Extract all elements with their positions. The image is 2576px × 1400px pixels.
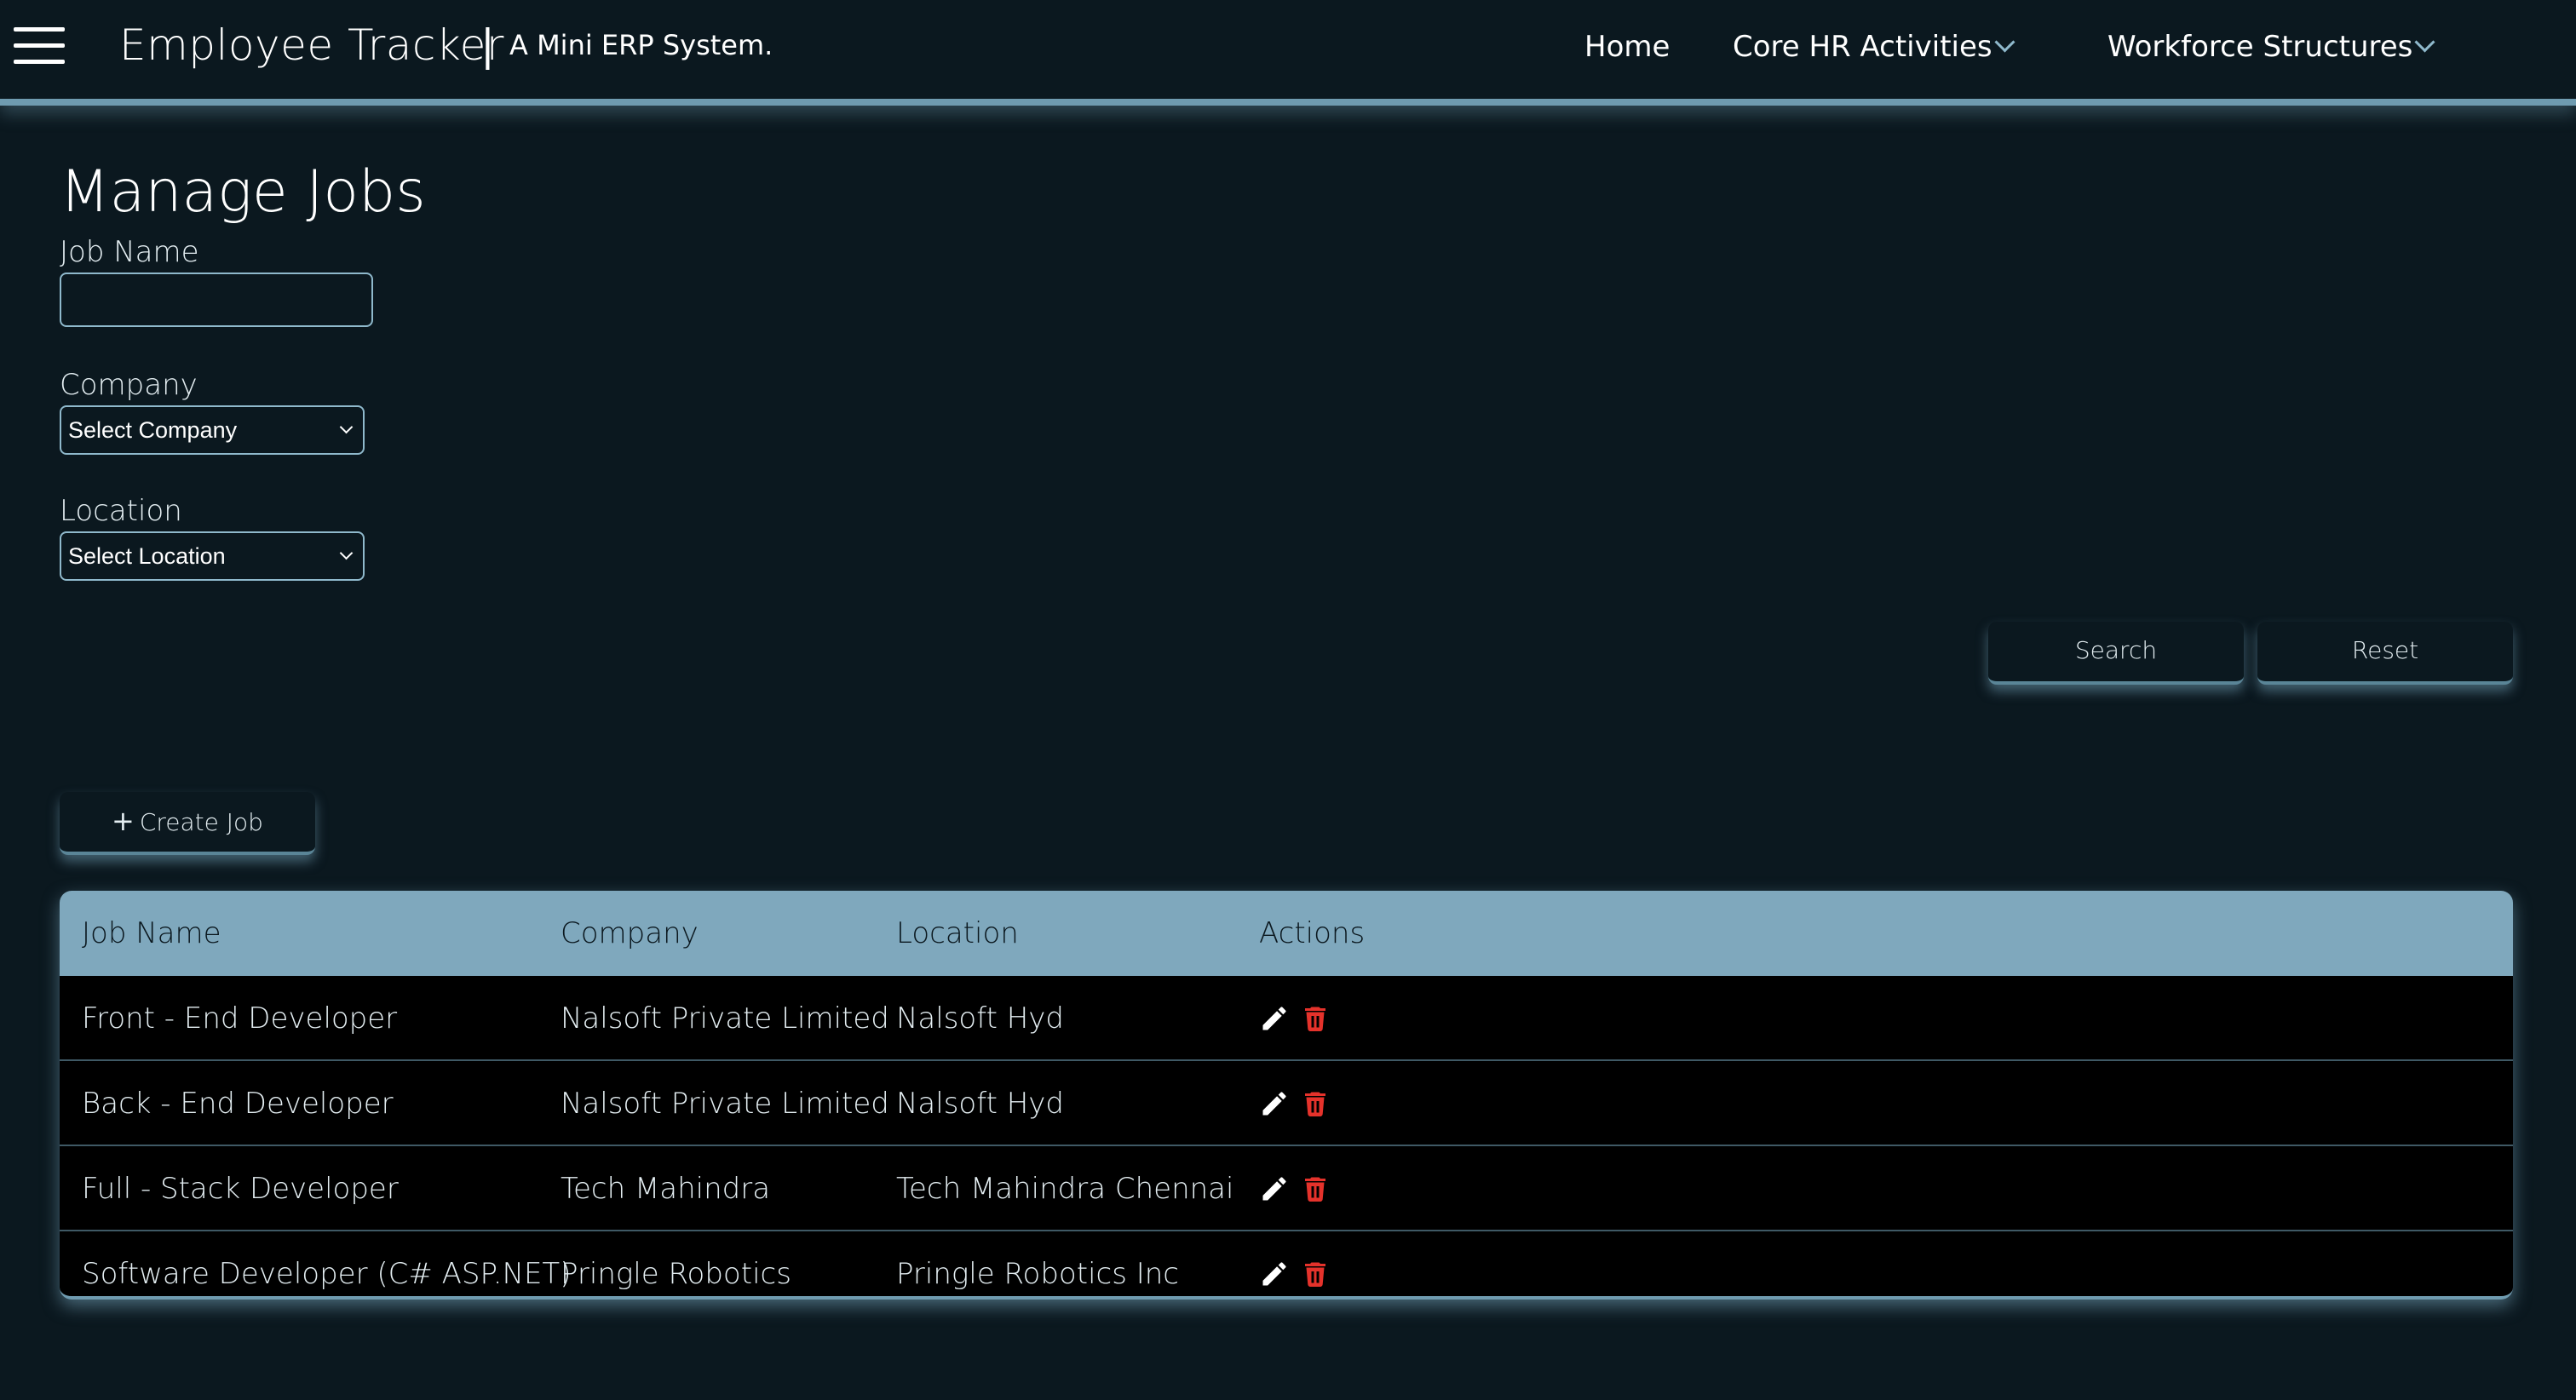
cell-job-name: Front - End Developer xyxy=(82,1001,398,1036)
location-label: Location xyxy=(60,494,182,528)
cell-job-name: Software Developer (C# ASP.NET) xyxy=(82,1257,572,1291)
trash-icon[interactable] xyxy=(1300,1003,1331,1034)
cell-company: Nalsoft Private Limited xyxy=(561,1001,889,1036)
job-name-label: Job Name xyxy=(60,235,199,269)
column-header-job-name: Job Name xyxy=(82,916,221,950)
trash-icon[interactable] xyxy=(1300,1088,1331,1119)
plus-icon: + xyxy=(112,805,135,837)
pencil-icon[interactable] xyxy=(1259,1173,1290,1204)
top-navbar: Employee Tracker | A Mini ERP System. Ho… xyxy=(0,0,2576,106)
chevron-down-icon xyxy=(339,546,354,560)
nav-workforce-structures[interactable]: Workforce Structures xyxy=(2107,26,2435,68)
company-select-value: Select Company xyxy=(68,417,238,443)
cell-location: Tech Mahindra Chennai xyxy=(896,1172,1234,1206)
cell-company: Tech Mahindra xyxy=(561,1172,771,1206)
nav-home-label: Home xyxy=(1584,30,1670,64)
nav-workforce-label: Workforce Structures xyxy=(2107,30,2413,64)
cell-job-name: Back - End Developer xyxy=(82,1087,394,1121)
chevron-down-icon xyxy=(2414,32,2435,53)
table-row: Back - End Developer Nalsoft Private Lim… xyxy=(60,1061,2513,1146)
chevron-down-icon xyxy=(339,420,354,434)
nav-core-hr-label: Core HR Activities xyxy=(1733,30,1992,64)
cell-job-name: Full - Stack Developer xyxy=(82,1172,399,1206)
pencil-icon[interactable] xyxy=(1259,1088,1290,1119)
jobs-table: Job Name Company Location Actions Front … xyxy=(60,891,2513,1300)
job-name-input[interactable] xyxy=(60,273,373,327)
cell-location: Pringle Robotics Inc xyxy=(896,1257,1179,1291)
cell-location: Nalsoft Hyd xyxy=(896,1087,1065,1121)
title-separator: | xyxy=(480,20,495,70)
app-title: Employee Tracker xyxy=(119,20,504,70)
location-select-value: Select Location xyxy=(68,543,226,569)
column-header-actions: Actions xyxy=(1259,916,1366,950)
app-subtitle: A Mini ERP System. xyxy=(509,29,773,61)
cell-location: Nalsoft Hyd xyxy=(896,1001,1065,1036)
column-header-company: Company xyxy=(561,916,699,950)
reset-button[interactable]: Reset xyxy=(2257,622,2513,685)
pencil-icon[interactable] xyxy=(1259,1259,1290,1289)
column-header-location: Location xyxy=(896,916,1019,950)
trash-icon[interactable] xyxy=(1300,1173,1331,1204)
cell-company: Nalsoft Private Limited xyxy=(561,1087,889,1121)
create-job-button[interactable]: + Create Job xyxy=(60,792,315,855)
hamburger-menu-icon[interactable] xyxy=(14,26,65,66)
table-row: Software Developer (C# ASP.NET) Pringle … xyxy=(60,1231,2513,1296)
chevron-down-icon xyxy=(1994,32,2015,53)
table-header: Job Name Company Location Actions xyxy=(60,891,2513,976)
page-title: Manage Jobs xyxy=(60,158,426,226)
cell-company: Pringle Robotics xyxy=(561,1257,791,1291)
table-row: Full - Stack Developer Tech Mahindra Tec… xyxy=(60,1146,2513,1231)
company-select[interactable]: Select Company xyxy=(60,405,365,455)
nav-core-hr-activities[interactable]: Core HR Activities xyxy=(1733,26,2015,68)
location-select[interactable]: Select Location xyxy=(60,531,365,581)
create-job-label: Create Job xyxy=(139,808,263,836)
trash-icon[interactable] xyxy=(1300,1259,1331,1289)
nav-home[interactable]: Home xyxy=(1584,26,1670,68)
company-label: Company xyxy=(60,368,198,402)
pencil-icon[interactable] xyxy=(1259,1003,1290,1034)
table-row: Front - End Developer Nalsoft Private Li… xyxy=(60,976,2513,1061)
search-button[interactable]: Search xyxy=(1988,622,2244,685)
